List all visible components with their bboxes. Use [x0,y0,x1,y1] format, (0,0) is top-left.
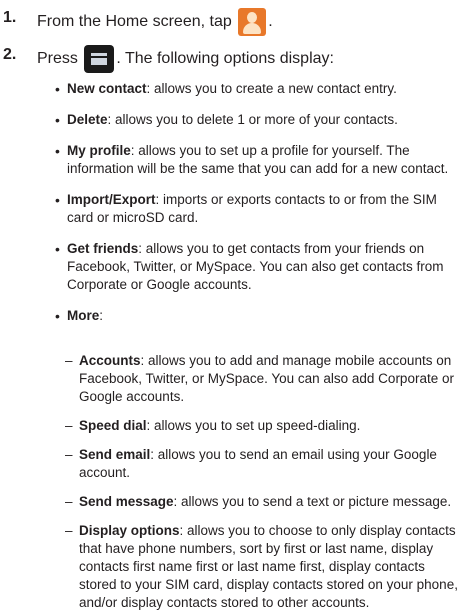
list-item: Accounts: allows you to add and manage m… [65,352,465,406]
option-term: Speed dial [79,418,147,433]
step-number: 1. [3,9,17,26]
more-options-list: Accounts: allows you to add and manage m… [65,352,465,612]
step-text: Press . The following options display: [37,45,334,73]
option-desc: : allows you to send a text or picture m… [173,494,452,509]
step-text-after: . [268,13,273,31]
option-term: My profile [67,143,131,158]
list-item: Delete: allows you to delete 1 or more o… [55,111,465,129]
step-text: From the Home screen, tap . [37,8,273,36]
list-item: Get friends: allows you to get contacts … [55,240,465,294]
list-item: New contact: allows you to create a new … [55,80,465,98]
option-desc: : allows you to create a new contact ent… [146,81,397,96]
option-term: Send email [79,447,151,462]
option-term: Import/Export [67,192,156,207]
list-item: More: [55,307,465,325]
options-list: New contact: allows you to create a new … [55,80,465,325]
option-term: Send message [79,494,174,509]
option-term: Delete [67,112,108,127]
option-desc: : [99,308,104,323]
list-item: My profile: allows you to set up a profi… [55,142,465,178]
step-number: 2. [3,46,17,63]
list-item: Import/Export: imports or exports contac… [55,191,465,227]
step-text-before: Press [37,50,78,68]
manual-page: 1. From the Home screen, tap . 2. Press … [0,0,472,610]
option-term: More [67,308,100,323]
option-term: Display options [79,523,180,538]
option-term: Accounts [79,353,141,368]
contacts-app-icon [238,8,267,36]
list-item: Speed dial: allows you to set up speed-d… [65,417,465,435]
list-item: Send email: allows you to send an email … [65,446,465,482]
option-desc: : allows you to delete 1 or more of your… [107,112,398,127]
menu-key-icon [84,45,115,73]
list-item: Display options: allows you to choose to… [65,522,465,612]
step-text-before: From the Home screen, tap [37,13,232,31]
option-term: Get friends [67,241,139,256]
list-item: Send message: allows you to send a text … [65,493,465,511]
step-text-after: . The following options display: [116,50,334,68]
option-term: New contact [67,81,147,96]
option-desc: : allows you to set up speed-dialing. [146,418,361,433]
